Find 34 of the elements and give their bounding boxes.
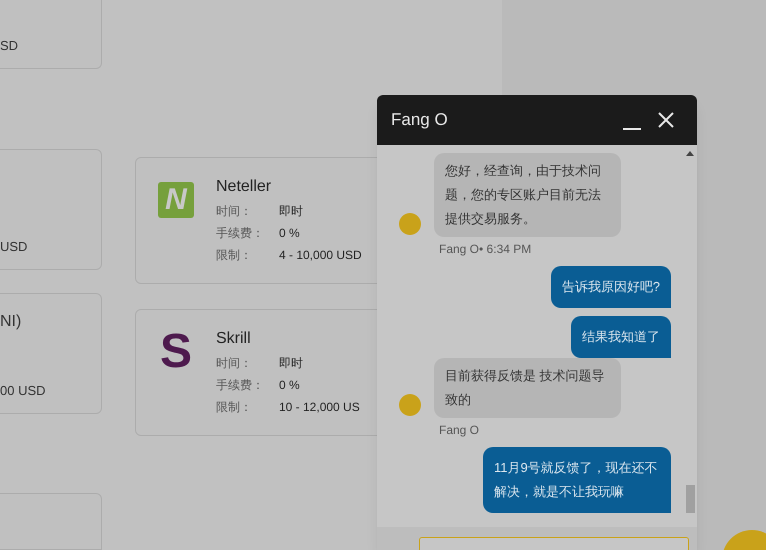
field-label: 手续费： [216,377,265,394]
agent-message: 目前获得反馈是 技术问题导致的 [434,358,621,418]
field-label: 时间： [216,203,253,220]
logo-icon: S [158,330,194,374]
card-text: 00 USD [0,382,47,400]
field-value: 4 - 10,000 USD [279,247,362,264]
field-label: 时间： [216,355,253,372]
card-text: SD [0,37,20,56]
agent-message: 您好，经查询，由于技术问题，您的专区账户目前无法提供交易服务。 [434,153,621,237]
scrollbar-thumb[interactable] [686,485,695,513]
close-icon [658,112,674,128]
minimize-icon [623,128,641,131]
card-text: USD [0,238,28,256]
message-meta: Fang O [439,422,480,439]
field-value: 0 % [279,225,300,242]
chat-title: Fang O [391,109,449,132]
scroll-up-icon [686,151,694,156]
user-message: 告诉我原因好吧? [550,266,671,308]
field-label: 限制： [216,247,253,264]
user-message: 结果我知道了 [571,316,671,358]
avatar-icon [399,213,421,235]
user-message: 11月9号就反馈了，现在还不解决，就是不让我玩嘛 [483,447,671,513]
field-value: 0 % [279,377,300,394]
field-label: 手续费： [216,225,265,242]
method-name: Skrill [216,329,252,349]
logo-icon: N [158,182,194,218]
avatar-icon [399,394,421,416]
field-value: 即时 [279,203,303,220]
message-meta: Fang O• 6:34 PM [439,241,532,258]
field-value: 即时 [279,355,303,372]
method-name: Neteller [216,177,272,197]
field-value: 10 - 12,000 US [279,399,360,416]
field-label: 限制： [216,399,253,416]
card-text: NI) [0,312,22,332]
